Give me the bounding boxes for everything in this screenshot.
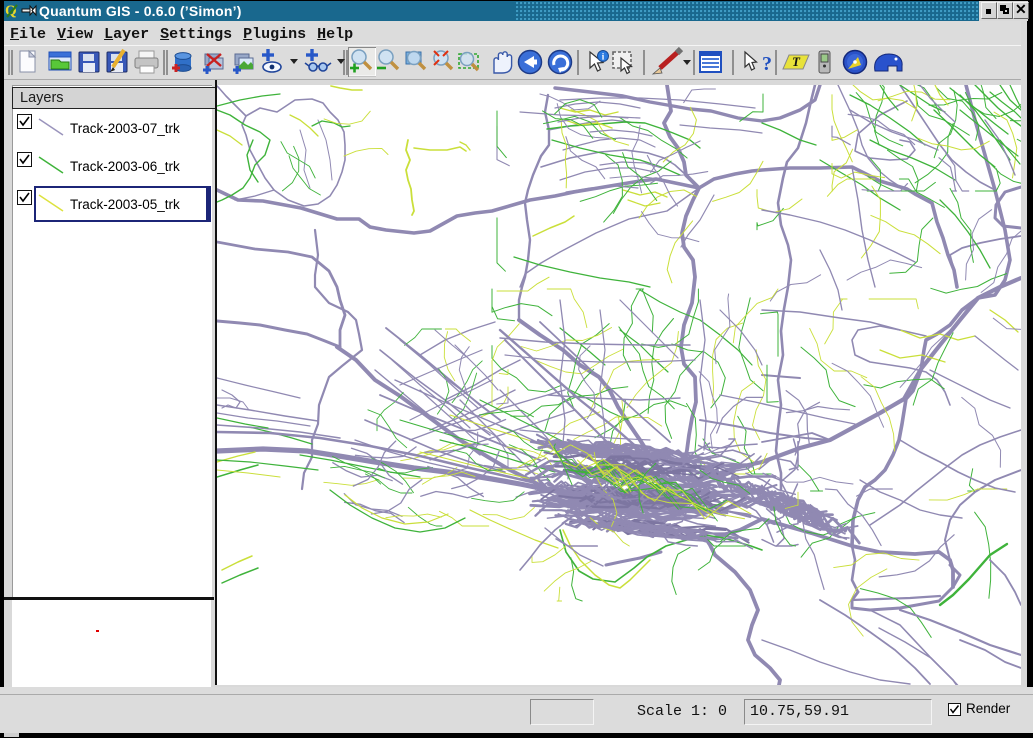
svg-text:T: T <box>792 54 801 69</box>
svg-text:?: ? <box>762 53 772 75</box>
